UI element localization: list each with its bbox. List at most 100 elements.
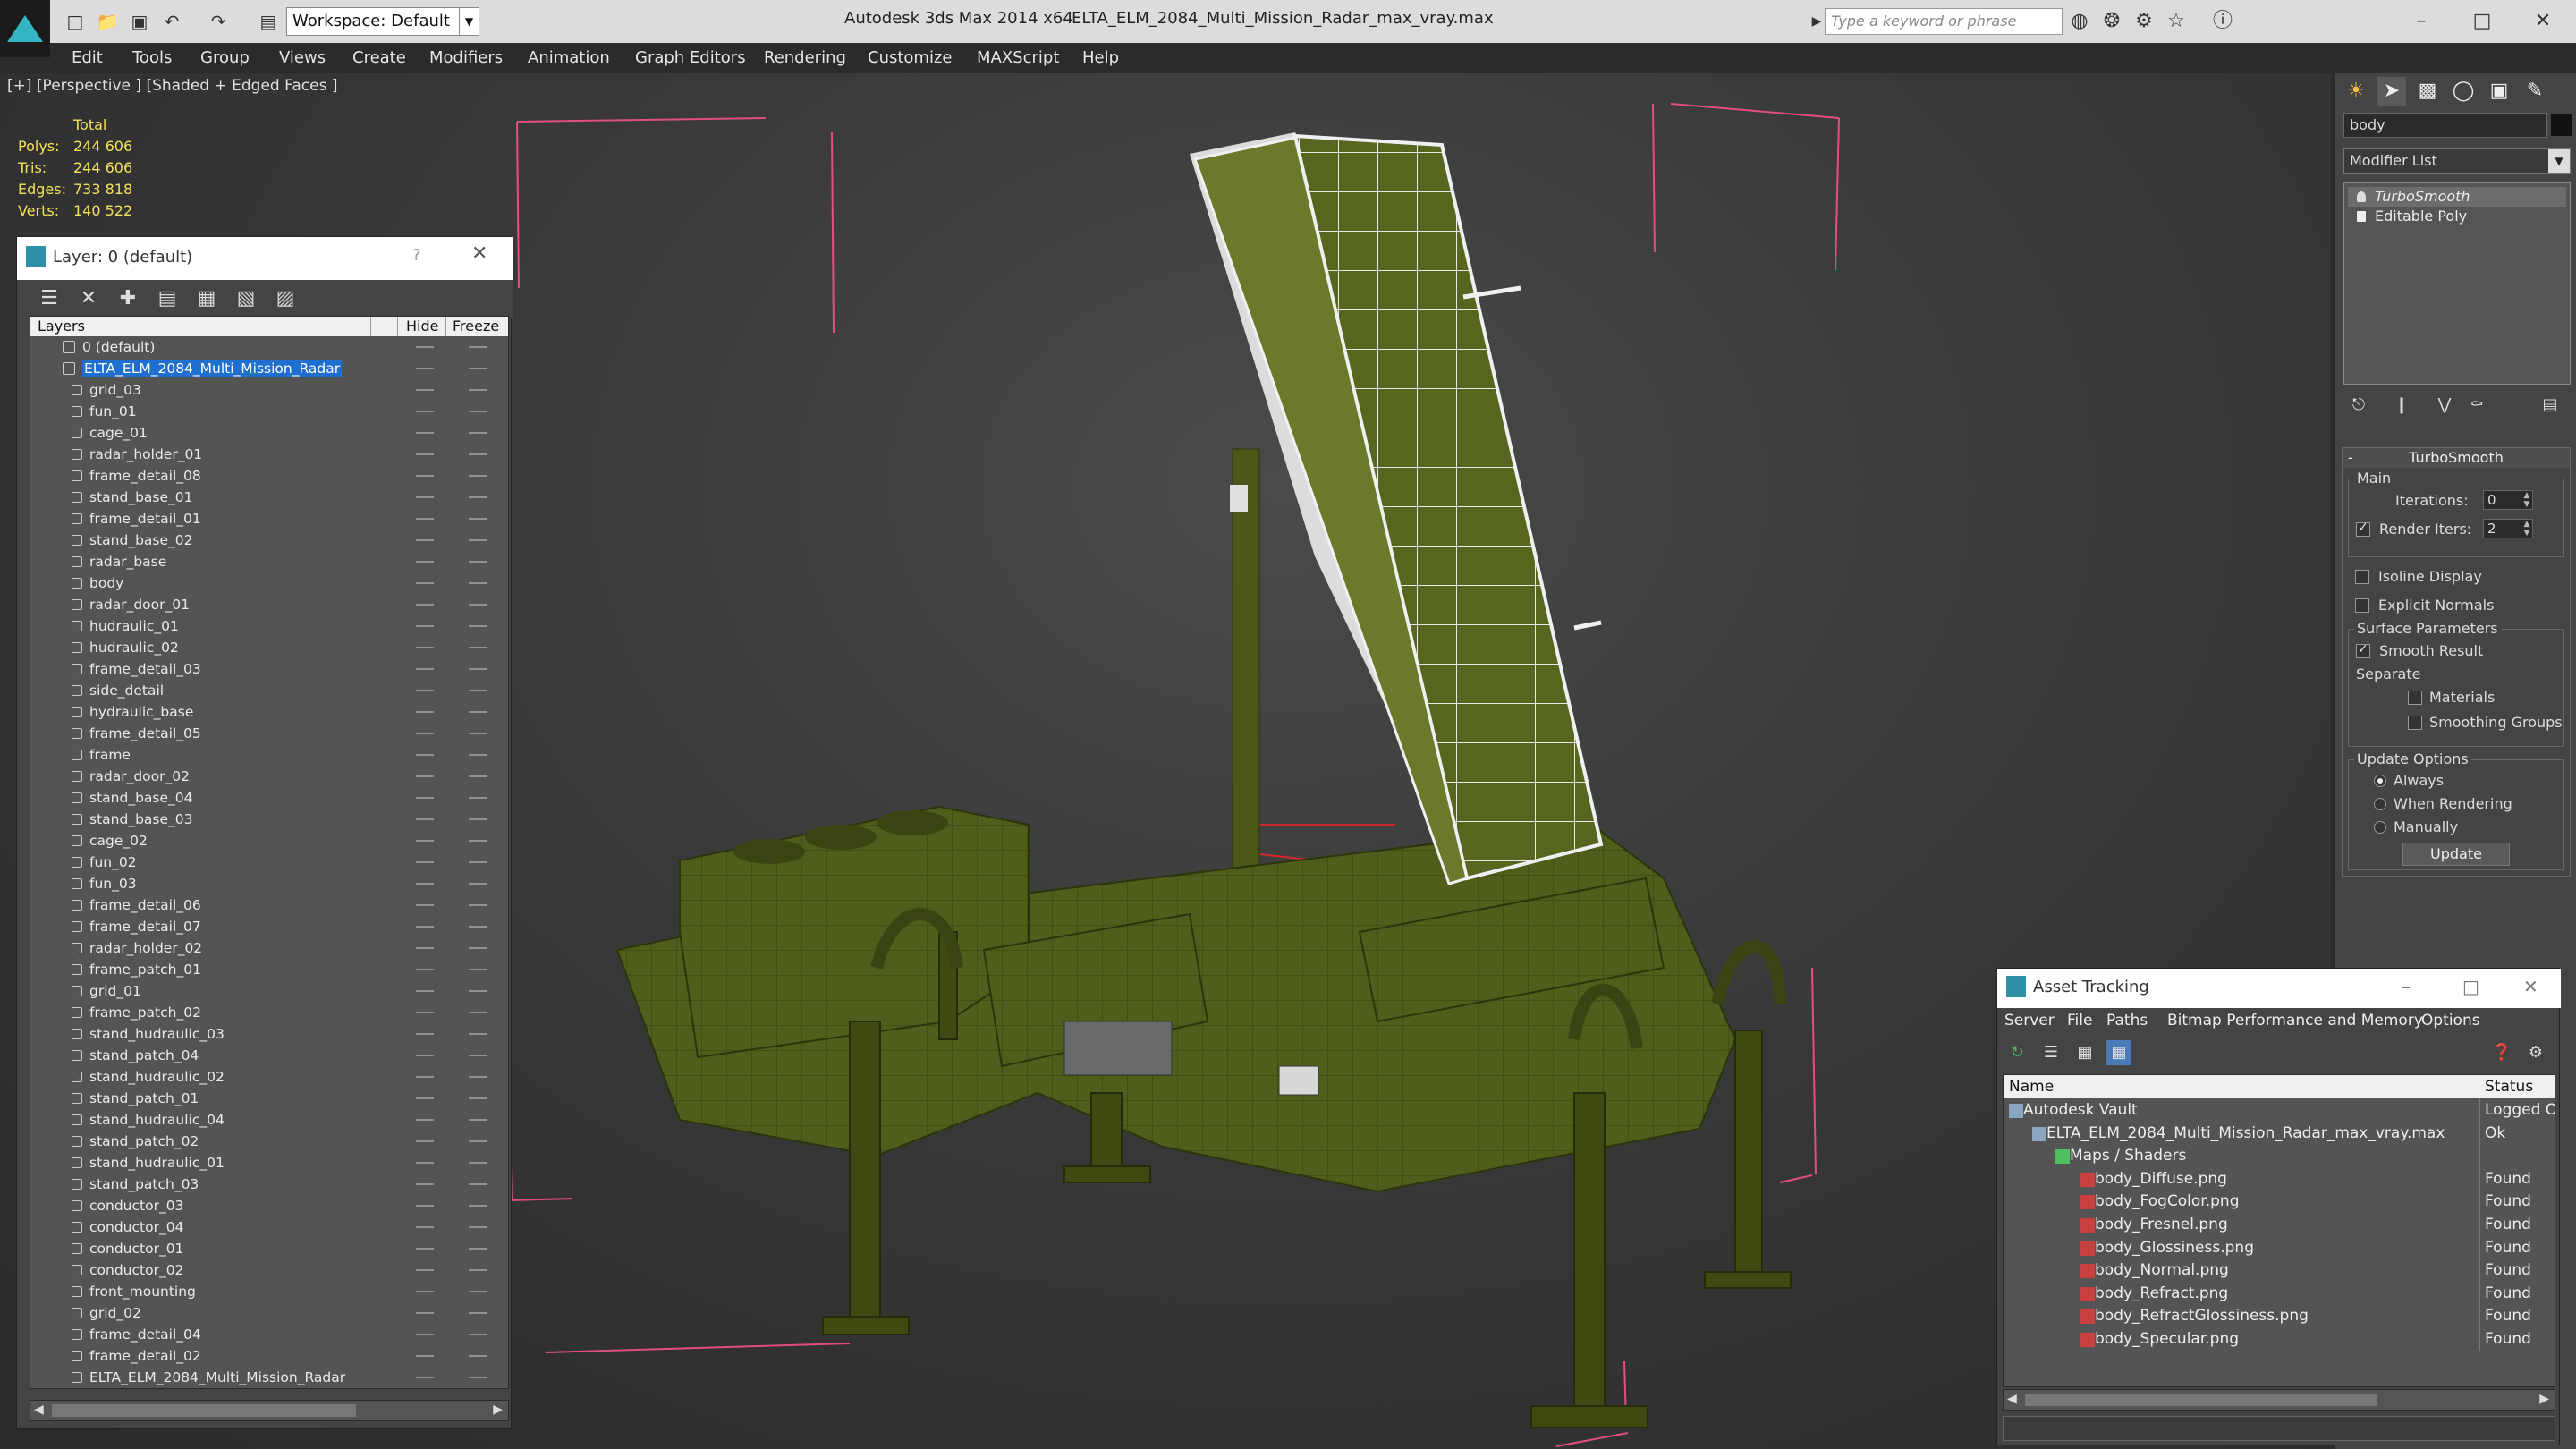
freeze-toggle[interactable] [469, 733, 487, 734]
hide-toggle[interactable] [416, 797, 434, 799]
vault-settings-icon[interactable]: ⚙ [2523, 1040, 2548, 1065]
hide-toggle[interactable] [416, 432, 434, 434]
menu-modifiers[interactable]: Modifiers [429, 48, 503, 67]
viewport-label[interactable]: [+] [Perspective ] [Shaded + Edged Faces… [7, 77, 337, 95]
binoculars-icon[interactable]: ◍ [2066, 9, 2093, 34]
freeze-toggle[interactable] [469, 368, 487, 369]
add-to-layer-icon[interactable]: ✚ [114, 285, 142, 312]
layer-horizontal-scrollbar[interactable]: ◀ ▶ [30, 1400, 509, 1421]
layer-row[interactable]: stand_patch_04 [30, 1045, 508, 1066]
undo-icon[interactable]: ↶ [159, 9, 184, 34]
scroll-left-icon[interactable]: ◀ [2007, 1392, 2017, 1406]
freeze-toggle[interactable] [469, 1312, 487, 1314]
freeze-toggle[interactable] [469, 1162, 487, 1164]
save-file-icon[interactable]: ▣ [127, 9, 152, 34]
modifier-list-dropdown[interactable]: Modifier List ▼ [2343, 148, 2571, 174]
freeze-toggle[interactable] [469, 1205, 487, 1207]
layer-row[interactable]: frame_detail_07 [30, 916, 508, 937]
always-radio[interactable] [2374, 775, 2386, 787]
minimize-button[interactable]: – [2402, 976, 2411, 997]
create-tab-icon[interactable]: ☀ [2342, 77, 2370, 106]
freeze-toggle[interactable] [469, 1355, 487, 1357]
rollout-header[interactable]: - TurboSmooth [2343, 448, 2570, 468]
object-color-swatch[interactable] [2551, 114, 2572, 136]
layer-row[interactable]: frame_patch_02 [30, 1002, 508, 1023]
layer-row[interactable]: grid_02 [30, 1302, 508, 1324]
hide-toggle[interactable] [416, 389, 434, 391]
workspace-dropdown[interactable]: Workspace: Default ▼ [286, 7, 479, 36]
layer-row[interactable]: body [30, 572, 508, 594]
freeze-toggle[interactable] [469, 1334, 487, 1335]
when-rendering-radio[interactable] [2374, 798, 2386, 810]
hide-toggle[interactable] [416, 368, 434, 369]
layer-row[interactable]: stand_hudraulic_02 [30, 1066, 508, 1088]
hide-toggle[interactable] [416, 1140, 434, 1142]
menu-animation[interactable]: Animation [528, 48, 610, 67]
freeze-toggle[interactable] [469, 647, 487, 648]
layer-row[interactable]: stand_hudraulic_01 [30, 1152, 508, 1174]
asset-menu-paths[interactable]: Paths [2106, 1012, 2148, 1030]
menu-maxscript[interactable]: MAXScript [977, 48, 1059, 67]
hierarchy-tab-icon[interactable]: ▩ [2413, 77, 2442, 106]
layer-row[interactable]: radar_door_02 [30, 766, 508, 787]
freeze-toggle[interactable] [469, 1097, 487, 1099]
menu-tools[interactable]: Tools [132, 48, 172, 67]
display-tab-icon[interactable]: ▣ [2485, 77, 2513, 106]
hide-toggle[interactable] [416, 1205, 434, 1207]
open-file-icon[interactable]: 📁 [95, 9, 120, 34]
layer-row[interactable]: frame_detail_04 [30, 1324, 508, 1345]
col-freeze[interactable]: Freeze [453, 318, 499, 335]
hide-toggle[interactable] [416, 1183, 434, 1185]
freeze-toggle[interactable] [469, 539, 487, 541]
freeze-toggle[interactable] [469, 1140, 487, 1142]
app-logo-icon[interactable] [0, 0, 50, 57]
freeze-toggle[interactable] [469, 518, 487, 520]
layer-row[interactable]: ELTA_ELM_2084_Multi_Mission_Radar [30, 1367, 508, 1388]
layer-row[interactable]: grid_01 [30, 980, 508, 1002]
hide-toggle[interactable] [416, 818, 434, 820]
layer-row[interactable]: 0 (default) [30, 336, 508, 358]
hide-toggle[interactable] [416, 668, 434, 670]
hide-toggle[interactable] [416, 518, 434, 520]
asset-menu-file[interactable]: File [2067, 1012, 2092, 1030]
project-folder-icon[interactable]: ▤ [256, 9, 281, 34]
hide-toggle[interactable] [416, 582, 434, 584]
asset-row[interactable]: Maps / Shaders [2004, 1144, 2555, 1168]
freeze-toggle[interactable] [469, 1377, 487, 1378]
freeze-toggle[interactable] [469, 1076, 487, 1078]
col-hide[interactable]: Hide [406, 318, 438, 335]
layer-row[interactable]: frame_detail_08 [30, 465, 508, 487]
hide-toggle[interactable] [416, 604, 434, 606]
modify-tab-icon[interactable]: ➤ [2377, 77, 2406, 106]
new-file-icon[interactable]: □ [63, 9, 88, 34]
iterations-spinner[interactable]: 0 ▲ ▼ [2483, 490, 2533, 510]
show-end-result-icon[interactable]: ❙ [2390, 394, 2413, 417]
hide-toggle[interactable] [416, 453, 434, 455]
hide-toggle[interactable] [416, 926, 434, 928]
hide-toggle[interactable] [416, 1291, 434, 1292]
asset-menu-bitmap[interactable]: Bitmap Performance and Memory [2167, 1012, 2423, 1030]
layer-row[interactable]: frame [30, 744, 508, 766]
close-button[interactable]: ✕ [2519, 5, 2567, 38]
layer-row[interactable]: frame_detail_03 [30, 658, 508, 680]
hide-toggle[interactable] [416, 1334, 434, 1335]
asset-row[interactable]: body_Fresnel.png Found [2004, 1212, 2555, 1236]
col-status[interactable]: Status [2485, 1078, 2533, 1096]
hide-toggle[interactable] [416, 1226, 434, 1228]
hide-toggle[interactable] [416, 496, 434, 498]
col-name[interactable]: Name [2009, 1078, 2054, 1096]
help-icon[interactable]: ⓘ [2209, 9, 2236, 34]
layer-row[interactable]: fun_03 [30, 873, 508, 894]
communication-center-icon[interactable]: ❂ [2098, 9, 2125, 34]
freeze-toggle[interactable] [469, 668, 487, 670]
layer-row[interactable]: side_detail [30, 680, 508, 701]
table-view-icon[interactable]: ▦ [2072, 1040, 2097, 1065]
layer-row[interactable]: radar_holder_01 [30, 444, 508, 465]
freeze-toggle[interactable] [469, 775, 487, 777]
col-layers[interactable]: Layers [38, 318, 85, 335]
hide-toggle[interactable] [416, 1248, 434, 1250]
hide-toggle[interactable] [416, 861, 434, 863]
hide-toggle[interactable] [416, 647, 434, 648]
list-view-icon[interactable]: ☰ [2038, 1040, 2063, 1065]
layer-row[interactable]: front_mounting [30, 1281, 508, 1302]
